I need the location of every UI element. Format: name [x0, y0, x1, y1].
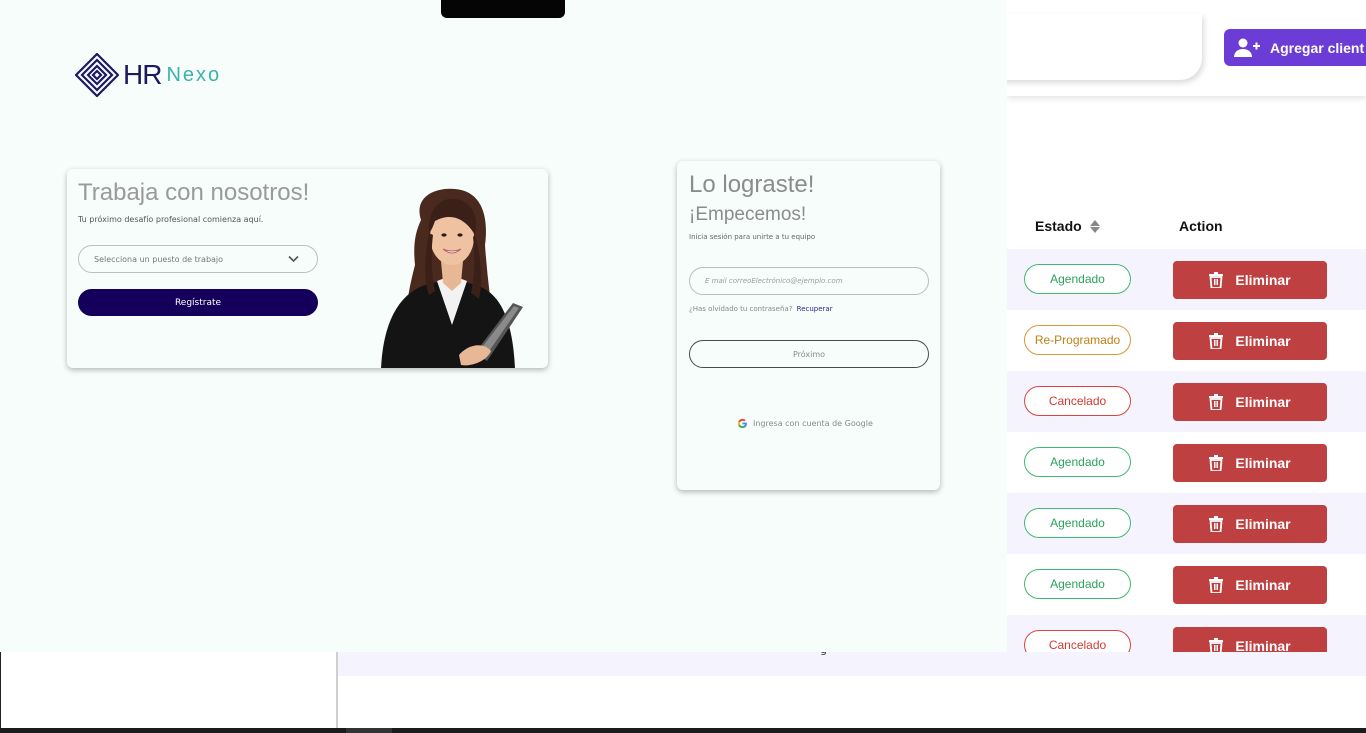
delete-button[interactable]: Eliminar	[1173, 505, 1327, 543]
add-user-icon	[1234, 38, 1260, 57]
join-title: Trabaja con nosotros!	[78, 179, 310, 206]
table-row: Cancelado Eliminar	[1007, 371, 1366, 432]
join-us-card: Trabaja con nosotros! Tu próximo desafío…	[67, 169, 548, 368]
taskbar-item[interactable]	[346, 728, 392, 733]
table-row: Agendado Eliminar	[1007, 493, 1366, 554]
column-header-action: Action	[1179, 218, 1223, 234]
google-login-button[interactable]: Ingresa con cuenta de Google	[737, 418, 873, 429]
add-client-label: Agregar client	[1270, 39, 1365, 56]
status-badge: Agendado	[1024, 569, 1131, 599]
column-header-action-label: Action	[1179, 218, 1223, 234]
sidebar	[0, 650, 338, 728]
delete-label: Eliminar	[1235, 394, 1291, 410]
forgot-password-text: ¿Has olvidado tu contraseña?	[689, 305, 793, 313]
logo-hr-text: HR	[123, 59, 162, 90]
table-row: Agendado Eliminar	[1007, 554, 1366, 615]
delete-button[interactable]: Eliminar	[1173, 444, 1327, 482]
logo-mark-icon	[75, 53, 119, 97]
status-badge: Agendado	[1024, 508, 1131, 538]
delete-label: Eliminar	[1235, 516, 1291, 532]
table-row: Agendado Eliminar	[1007, 432, 1366, 493]
forgot-password-row: ¿Has olvidado tu contraseña? Recuperar	[689, 305, 833, 313]
delete-button[interactable]: Eliminar	[1173, 566, 1327, 604]
job-position-select[interactable]: Selecciona un puesto de trabajo	[78, 245, 318, 273]
login-card: Lo lograste! ¡Empecemos! Inicia sesión p…	[677, 161, 940, 490]
google-icon	[737, 418, 747, 429]
logo-nexo-text: Nexo	[166, 63, 222, 86]
email-field[interactable]	[689, 267, 929, 295]
delete-label: Eliminar	[1235, 577, 1291, 593]
camera-notch	[441, 0, 565, 18]
login-title: Lo lograste!	[689, 171, 815, 198]
chevron-down-icon	[288, 255, 299, 263]
login-hint: Inicia sesión para unirte a tu equipo	[689, 233, 816, 241]
taskbar	[0, 728, 1366, 733]
column-header-status[interactable]: Estado	[1035, 218, 1100, 234]
appointments-table: Agendado Eliminar Re-Programado Eliminar…	[1007, 249, 1366, 676]
login-subtitle: ¡Empecemos!	[689, 204, 807, 225]
trash-icon	[1209, 272, 1224, 288]
google-login-label: Ingresa con cuenta de Google	[753, 419, 873, 428]
trash-icon	[1209, 577, 1224, 593]
job-select-placeholder: Selecciona un puesto de trabajo	[94, 254, 224, 264]
table-row: Agendado Eliminar	[1007, 249, 1366, 310]
delete-button[interactable]: Eliminar	[1173, 383, 1327, 421]
delete-label: Eliminar	[1235, 333, 1291, 349]
status-badge: Cancelado	[1024, 386, 1131, 416]
delete-label: Eliminar	[1235, 272, 1291, 288]
status-badge: Re-Programado	[1024, 325, 1131, 355]
add-client-button[interactable]: Agregar client	[1224, 29, 1366, 66]
trash-icon	[1209, 394, 1224, 410]
delete-button[interactable]: Eliminar	[1173, 322, 1327, 360]
sort-icon[interactable]	[1089, 219, 1100, 233]
status-badge: Agendado	[1024, 264, 1131, 294]
trash-icon	[1209, 333, 1224, 349]
delete-button[interactable]: Eliminar	[1173, 261, 1327, 299]
column-header-status-label: Estado	[1035, 218, 1082, 234]
landing-overlay: HR Nexo Trabaja con nosotros! Tu próximo…	[0, 0, 1007, 652]
trash-icon	[1209, 455, 1224, 471]
join-subtitle: Tu próximo desafío profesional comienza …	[78, 215, 264, 224]
brand-logo[interactable]: HR Nexo	[75, 53, 221, 97]
next-button[interactable]: Próximo	[689, 340, 929, 368]
table-row: Re-Programado Eliminar	[1007, 310, 1366, 371]
delete-label: Eliminar	[1235, 455, 1291, 471]
table-row-partial	[338, 652, 1366, 676]
register-button[interactable]: Regístrate	[78, 289, 318, 316]
status-badge: Agendado	[1024, 447, 1131, 477]
businesswoman-photo	[381, 188, 523, 368]
trash-icon	[1209, 516, 1224, 532]
recover-password-link[interactable]: Recuperar	[797, 305, 833, 313]
